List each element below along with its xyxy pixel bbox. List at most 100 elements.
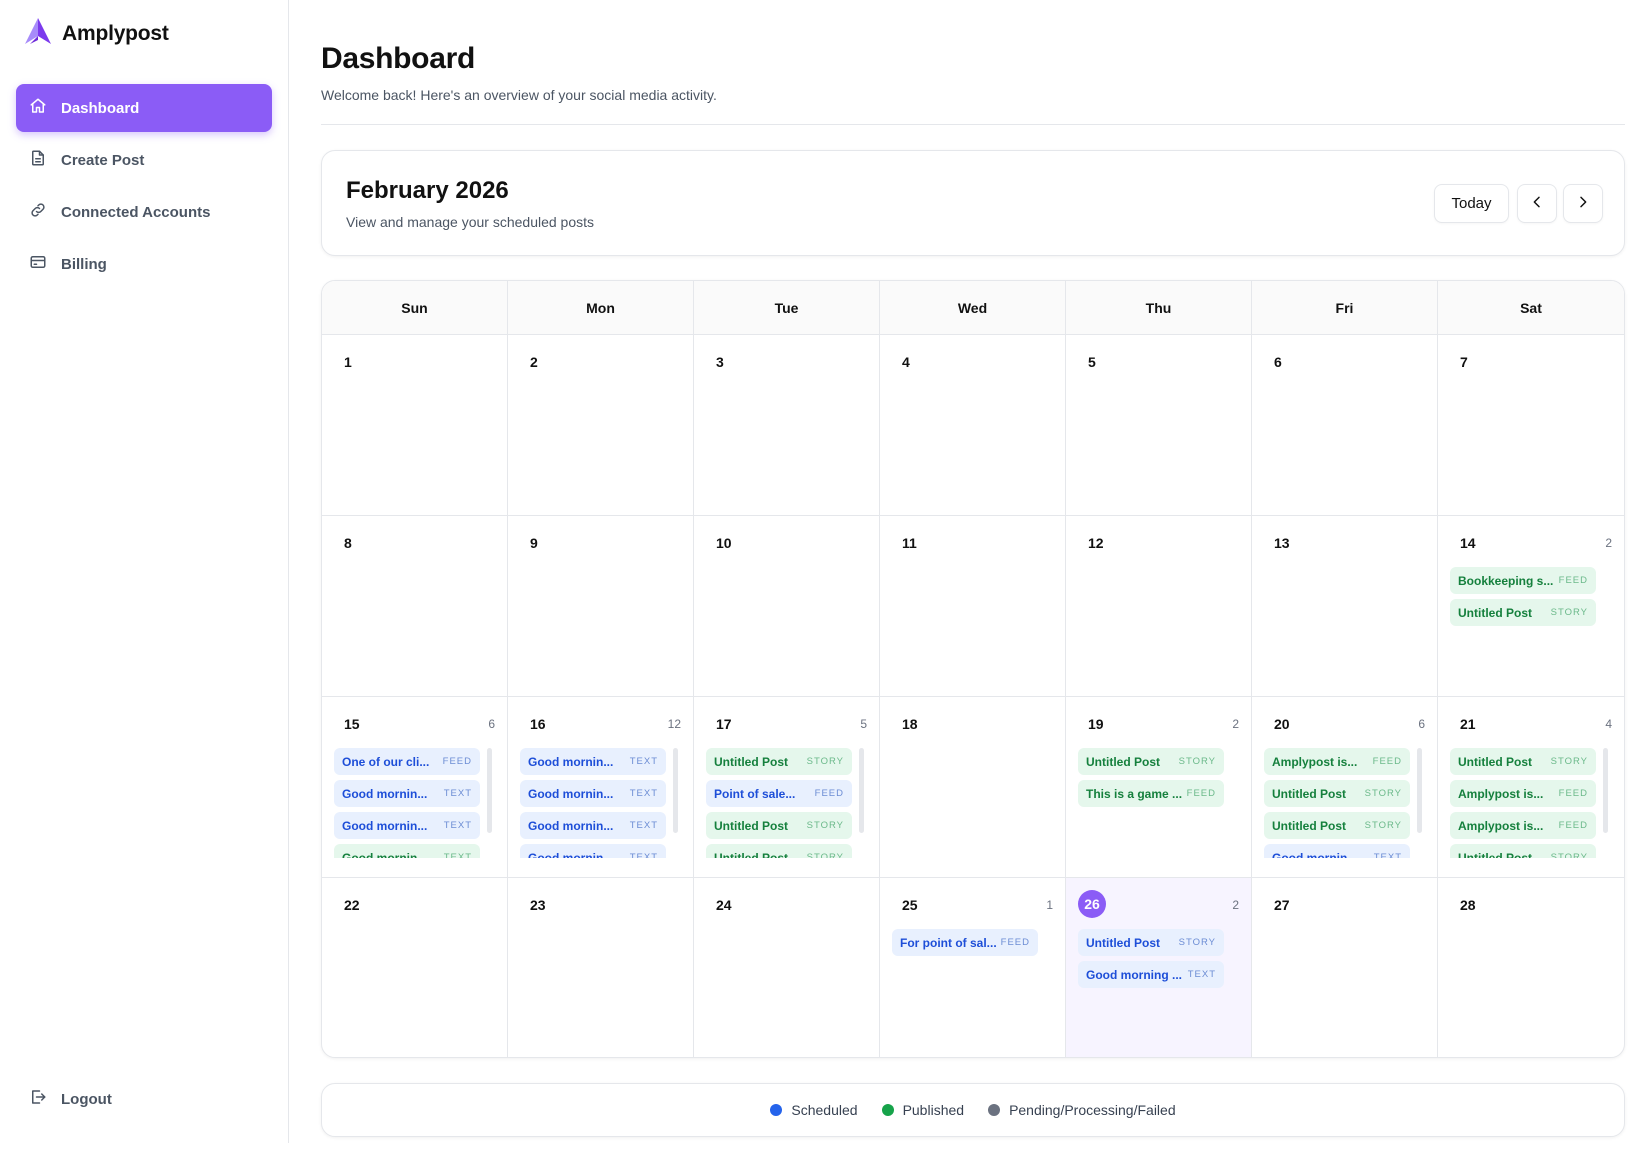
next-month-button[interactable] (1563, 184, 1603, 223)
post-count: 6 (488, 717, 495, 731)
post-chip[interactable]: Amplypost is... FEED (1264, 748, 1410, 775)
brand-name: Amplypost (62, 21, 169, 45)
post-title: Good mornin... (528, 850, 614, 859)
post-chip[interactable]: Untitled Post STORY (1450, 599, 1596, 626)
post-type-badge: FEED (814, 788, 844, 799)
weekday-wed: Wed (880, 281, 1066, 334)
calendar-day-cell[interactable]: 3 (694, 335, 880, 516)
day-post-scrollbar[interactable] (1417, 748, 1422, 833)
post-chip[interactable]: Untitled Post STORY (1264, 780, 1410, 807)
post-chip[interactable]: Untitled Post STORY (706, 844, 852, 858)
post-chip[interactable]: This is a game ... FEED (1078, 780, 1224, 807)
calendar-day-cell[interactable]: 11 (880, 516, 1066, 697)
calendar-day-cell[interactable]: 4 (880, 335, 1066, 516)
calendar-day-cell[interactable]: 28 (1438, 878, 1624, 1057)
post-chip[interactable]: Bookkeeping s... FEED (1450, 567, 1596, 594)
post-chip[interactable]: Untitled Post STORY (1450, 844, 1596, 858)
post-chip[interactable]: Good mornin... TEXT (334, 780, 480, 807)
page-title: Dashboard (321, 42, 475, 75)
post-type-badge: TEXT (443, 852, 472, 858)
post-chip[interactable]: Good mornin... TEXT (520, 812, 666, 839)
sidebar-item-billing[interactable]: Billing (16, 240, 272, 288)
post-chip[interactable]: Untitled Post STORY (1450, 748, 1596, 775)
calendar-grid: 1 2 3 4 5 6 7 8 9 10 11 12 13 14 2 Bookkeeping s... FEED… (322, 335, 1624, 1057)
calendar-day-cell[interactable]: 22 (322, 878, 508, 1057)
post-count: 2 (1232, 717, 1239, 731)
day-number: 16 (530, 716, 546, 732)
post-count: 2 (1232, 898, 1239, 912)
day-post-scrollbar[interactable] (673, 748, 678, 833)
calendar-day-cell[interactable]: 15 6 One of our cli... FEED Good mornin... TE… (322, 697, 508, 878)
calendar-day-cell[interactable]: 2 (508, 335, 694, 516)
day-post-scrollbar[interactable] (487, 748, 492, 833)
post-chip[interactable]: Amplypost is... FEED (1450, 812, 1596, 839)
post-chip[interactable]: Untitled Post STORY (1078, 748, 1224, 775)
post-chip[interactable]: Point of sale... FEED (706, 780, 852, 807)
post-chip[interactable]: Good mornin... TEXT (520, 748, 666, 775)
day-number: 19 (1088, 716, 1104, 732)
day-number: 27 (1274, 897, 1290, 913)
post-chip[interactable]: Untitled Post STORY (1078, 929, 1224, 956)
post-chip[interactable]: Good mornin... TEXT (520, 780, 666, 807)
day-number: 20 (1274, 716, 1290, 732)
post-chip[interactable]: Good morning ... TEXT (1078, 961, 1224, 988)
calendar-day-cell[interactable]: 16 12 Good mornin... TEXT Good mornin... TEXT… (508, 697, 694, 878)
day-number: 15 (344, 716, 360, 732)
calendar-day-cell[interactable]: 6 (1252, 335, 1438, 516)
calendar-day-cell[interactable]: 13 (1252, 516, 1438, 697)
post-chip[interactable]: Amplypost is... FEED (1450, 780, 1596, 807)
calendar-day-cell[interactable]: 23 (508, 878, 694, 1057)
day-post-scrollbar[interactable] (1603, 748, 1608, 833)
previous-month-button[interactable] (1517, 184, 1557, 223)
sidebar-item-create-post[interactable]: Create Post (16, 136, 272, 184)
day-number: 26 (1078, 890, 1106, 918)
post-type-badge: STORY (806, 852, 844, 858)
post-chip[interactable]: Good mornin... TEXT (520, 844, 666, 858)
post-title: Untitled Post (714, 754, 788, 769)
calendar-day-cell[interactable]: 19 2 Untitled Post STORY This is a game ... F… (1066, 697, 1252, 878)
calendar-day-cell[interactable]: 21 4 Untitled Post STORY Amplypost is... FEED… (1438, 697, 1624, 878)
calendar-day-cell[interactable]: 25 1 For point of sal... FEED (880, 878, 1066, 1057)
post-type-badge: STORY (806, 756, 844, 767)
calendar-day-cell[interactable]: 9 (508, 516, 694, 697)
post-chip[interactable]: Good mornin... TEXT (1264, 844, 1410, 858)
calendar-day-cell[interactable]: 10 (694, 516, 880, 697)
day-post-scrollbar[interactable] (859, 748, 864, 833)
post-chip[interactable]: Untitled Post STORY (706, 748, 852, 775)
legend-item: Scheduled (770, 1102, 858, 1118)
calendar-day-cell[interactable]: 12 (1066, 516, 1252, 697)
calendar-day-cell[interactable]: 7 (1438, 335, 1624, 516)
sidebar-item-connected-accounts[interactable]: Connected Accounts (16, 188, 272, 236)
sidebar-nav: Dashboard Create Post Connected Accounts… (16, 84, 272, 292)
today-button[interactable]: Today (1434, 184, 1509, 223)
calendar-day-cell[interactable]: 8 (322, 516, 508, 697)
calendar-day-cell[interactable]: 18 (880, 697, 1066, 878)
post-type-badge: TEXT (1187, 969, 1216, 980)
brand[interactable]: Amplypost (24, 17, 169, 50)
post-chip[interactable]: Untitled Post STORY (1264, 812, 1410, 839)
calendar-day-cell[interactable]: 24 (694, 878, 880, 1057)
calendar-day-cell[interactable]: 14 2 Bookkeeping s... FEED Untitled Post STOR… (1438, 516, 1624, 697)
calendar-day-cell[interactable]: 26 2 Untitled Post STORY Good morning ... TEX… (1066, 878, 1252, 1057)
sidebar-item-dashboard[interactable]: Dashboard (16, 84, 272, 132)
calendar-day-cell[interactable]: 1 (322, 335, 508, 516)
post-type-badge: FEED (1186, 788, 1216, 799)
post-chip[interactable]: Good mornin... TEXT (334, 812, 480, 839)
sidebar: Amplypost Dashboard Create Post Connecte… (0, 0, 289, 1143)
page-subtitle: Welcome back! Here's an overview of your… (321, 87, 717, 103)
post-title: Good mornin... (342, 850, 428, 859)
post-title: This is a game ... (1086, 786, 1182, 801)
post-chip[interactable]: Good mornin... TEXT (334, 844, 480, 858)
post-chip[interactable]: One of our cli... FEED (334, 748, 480, 775)
legend-label: Pending/Processing/Failed (1009, 1102, 1176, 1118)
calendar-day-cell[interactable]: 20 6 Amplypost is... FEED Untitled Post STORY… (1252, 697, 1438, 878)
post-count: 12 (667, 717, 681, 731)
calendar-day-cell[interactable]: 17 5 Untitled Post STORY Point of sale... FEE… (694, 697, 880, 878)
logout-button[interactable]: Logout (29, 1088, 112, 1110)
day-number: 12 (1088, 535, 1104, 551)
post-type-badge: TEXT (443, 820, 472, 831)
calendar-day-cell[interactable]: 27 (1252, 878, 1438, 1057)
post-chip[interactable]: Untitled Post STORY (706, 812, 852, 839)
calendar-day-cell[interactable]: 5 (1066, 335, 1252, 516)
post-chip[interactable]: For point of sal... FEED (892, 929, 1038, 956)
